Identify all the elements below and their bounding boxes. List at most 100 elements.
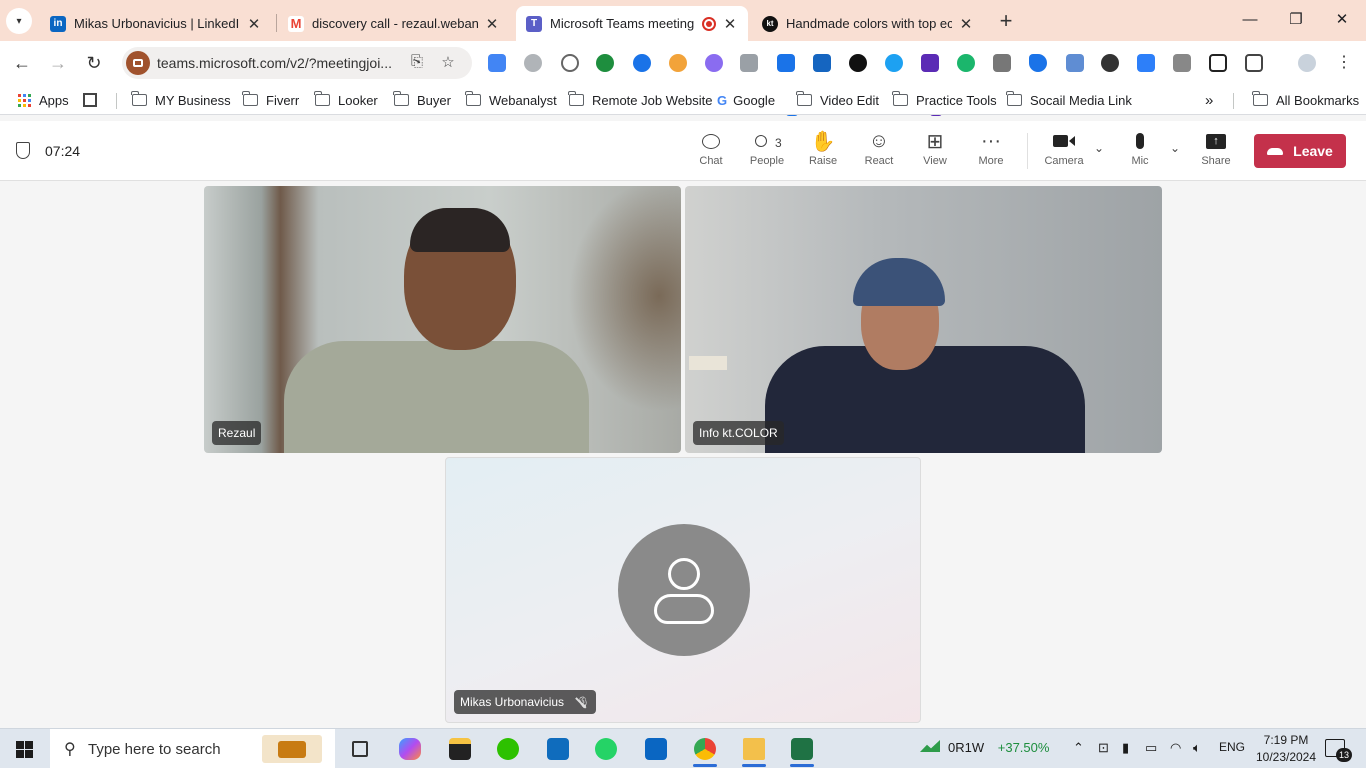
- participant-video-tile[interactable]: Rezaul: [204, 186, 681, 453]
- stock-chart-icon: [920, 740, 940, 752]
- taskbar-search-box[interactable]: ⚲ Type here to search: [50, 729, 335, 768]
- search-highlight-icon[interactable]: [262, 735, 322, 763]
- close-icon[interactable]: ✕: [722, 16, 738, 33]
- more-bookmarks-chevron-icon[interactable]: »: [1205, 91, 1213, 109]
- wifi-icon[interactable]: ◠: [1170, 740, 1181, 756]
- translate-extension-icon[interactable]: [488, 54, 506, 72]
- linkedin-app-icon[interactable]: [640, 735, 672, 763]
- bookmark-all[interactable]: All Bookmarks: [1252, 91, 1359, 109]
- more-button[interactable]: ··· More: [966, 129, 1016, 175]
- close-icon[interactable]: ✕: [958, 16, 974, 33]
- layers-extension-icon[interactable]: [813, 54, 831, 72]
- dark-extension-icon[interactable]: [1101, 54, 1119, 72]
- install-app-icon[interactable]: ⎘: [407, 53, 427, 73]
- leave-button[interactable]: Leave: [1254, 134, 1346, 168]
- bookmark-google[interactable]: G Google: [717, 91, 775, 109]
- participant-avatar-tile[interactable]: Mikas Urbonavicius 🎙: [445, 457, 921, 723]
- people-button[interactable]: People: [742, 129, 792, 175]
- close-icon[interactable]: ✕: [246, 16, 262, 33]
- bookmark-apps[interactable]: Apps: [18, 91, 69, 109]
- bookmark-folder[interactable]: Remote Job Website: [568, 91, 712, 109]
- tab-linkedin[interactable]: in Mikas Urbonavicius | LinkedIn ✕: [40, 6, 272, 41]
- battery-icon[interactable]: ▭: [1145, 740, 1157, 756]
- windows-start-icon[interactable]: [16, 741, 33, 758]
- sticky-notes-icon[interactable]: [444, 735, 476, 763]
- bookmark-folder[interactable]: Buyer: [393, 91, 451, 109]
- eye-extension-icon[interactable]: [633, 54, 651, 72]
- tag-extension-icon[interactable]: [777, 54, 795, 72]
- participant-video-tile[interactable]: Info kt.COLOR: [685, 186, 1162, 453]
- tab-ktcolor[interactable]: kt Handmade colors with top eco ✕: [752, 6, 984, 41]
- system-clock[interactable]: 7:19 PM 10/23/2024: [1254, 732, 1318, 766]
- camera-permission-icon[interactable]: [126, 51, 150, 75]
- tab-search-icon[interactable]: ▾: [6, 8, 32, 34]
- bookmark-folder[interactable]: Looker: [314, 91, 378, 109]
- graduation-extension-icon[interactable]: [921, 54, 939, 72]
- forward-button[interactable]: →: [46, 51, 70, 75]
- reader-extension-icon[interactable]: [1209, 54, 1227, 72]
- label-extension-icon[interactable]: [1029, 54, 1047, 72]
- puzzle-icon[interactable]: [1245, 54, 1263, 72]
- bookmark-folder[interactable]: Socail Media Link: [1006, 91, 1132, 109]
- minimize-button[interactable]: —: [1238, 8, 1262, 32]
- tree-extension-icon[interactable]: [596, 54, 614, 72]
- mic-options-chevron-icon[interactable]: ⌄: [1170, 141, 1180, 155]
- excel-icon[interactable]: [786, 735, 818, 767]
- close-icon[interactable]: ✕: [484, 16, 500, 33]
- qr-extension-icon[interactable]: [993, 54, 1011, 72]
- profile-avatar[interactable]: [1298, 54, 1316, 72]
- outlook-icon[interactable]: [542, 735, 574, 763]
- language-indicator[interactable]: ENG: [1219, 740, 1245, 754]
- chat-label: Chat: [699, 155, 723, 167]
- raise-hand-button[interactable]: ✋ Raise: [798, 129, 848, 175]
- flame-extension-icon[interactable]: [669, 54, 687, 72]
- chrome-icon[interactable]: [689, 735, 721, 767]
- microphone-tray-icon[interactable]: ▮: [1122, 740, 1129, 756]
- whatsapp-icon[interactable]: [590, 735, 622, 763]
- bookmark-folder[interactable]: Webanalyst: [465, 91, 557, 109]
- edit-extension-icon[interactable]: [1137, 54, 1155, 72]
- twitter-extension-icon[interactable]: [885, 54, 903, 72]
- url-text[interactable]: teams.microsoft.com/v2/?meetingjoi...: [157, 55, 397, 71]
- refresh-extension-icon[interactable]: [957, 54, 975, 72]
- notifications-icon[interactable]: 13: [1325, 739, 1352, 762]
- chat-button[interactable]: Chat: [686, 129, 736, 175]
- stock-widget[interactable]: 0R1W +37.50%: [920, 740, 1049, 755]
- show-hidden-icons-chevron-icon[interactable]: ⌃: [1073, 740, 1084, 756]
- bookmark-folder[interactable]: Video Edit: [796, 91, 879, 109]
- volume-icon[interactable]: 🔈︎: [1193, 740, 1201, 756]
- close-window-button[interactable]: ✕: [1330, 8, 1354, 32]
- meet-now-icon[interactable]: ⊡: [1098, 740, 1109, 756]
- menu-dots-icon[interactable]: ⋮: [1332, 51, 1356, 75]
- new-tab-button[interactable]: +: [994, 10, 1018, 34]
- copilot-icon[interactable]: [394, 735, 426, 763]
- camera-button[interactable]: Camera: [1039, 129, 1089, 175]
- restore-button[interactable]: ❐: [1284, 8, 1308, 32]
- bookmark-folder[interactable]: MY Business: [131, 91, 231, 109]
- task-view-icon[interactable]: [344, 735, 376, 763]
- smiley-icon: ☺: [868, 129, 890, 152]
- reload-button[interactable]: ↻: [82, 51, 106, 75]
- react-button[interactable]: ☺ React: [854, 129, 904, 175]
- bookmark-folder[interactable]: Practice Tools: [892, 91, 997, 109]
- wechat-icon[interactable]: [492, 735, 524, 763]
- screen-extension-icon[interactable]: [1066, 54, 1084, 72]
- view-button[interactable]: ⊞ View: [910, 129, 960, 175]
- tab-gmail[interactable]: M discovery call - rezaul.webanaly ✕: [278, 6, 510, 41]
- compass-extension-icon[interactable]: [561, 54, 579, 72]
- gear-extension-icon[interactable]: [705, 54, 723, 72]
- globe-extension-icon[interactable]: [524, 54, 542, 72]
- share-button[interactable]: ↑ Share: [1191, 129, 1241, 175]
- code-extension-icon[interactable]: [740, 54, 758, 72]
- bookmark-star-icon[interactable]: ☆: [438, 53, 458, 73]
- tab-teams[interactable]: T Microsoft Teams meeting | I ✕: [516, 6, 748, 41]
- bookmark-folder[interactable]: Fiverr: [242, 91, 299, 109]
- address-bar[interactable]: teams.microsoft.com/v2/?meetingjoi... ⎘ …: [122, 47, 472, 79]
- file-explorer-icon[interactable]: [738, 735, 770, 767]
- bookmark-tab-groups[interactable]: [83, 91, 97, 109]
- back-button[interactable]: ←: [10, 51, 34, 75]
- mic-button[interactable]: Mic: [1115, 129, 1165, 175]
- camera-options-chevron-icon[interactable]: ⌄: [1094, 141, 1104, 155]
- alarm-extension-icon[interactable]: [849, 54, 867, 72]
- grid-extension-icon[interactable]: [1173, 54, 1191, 72]
